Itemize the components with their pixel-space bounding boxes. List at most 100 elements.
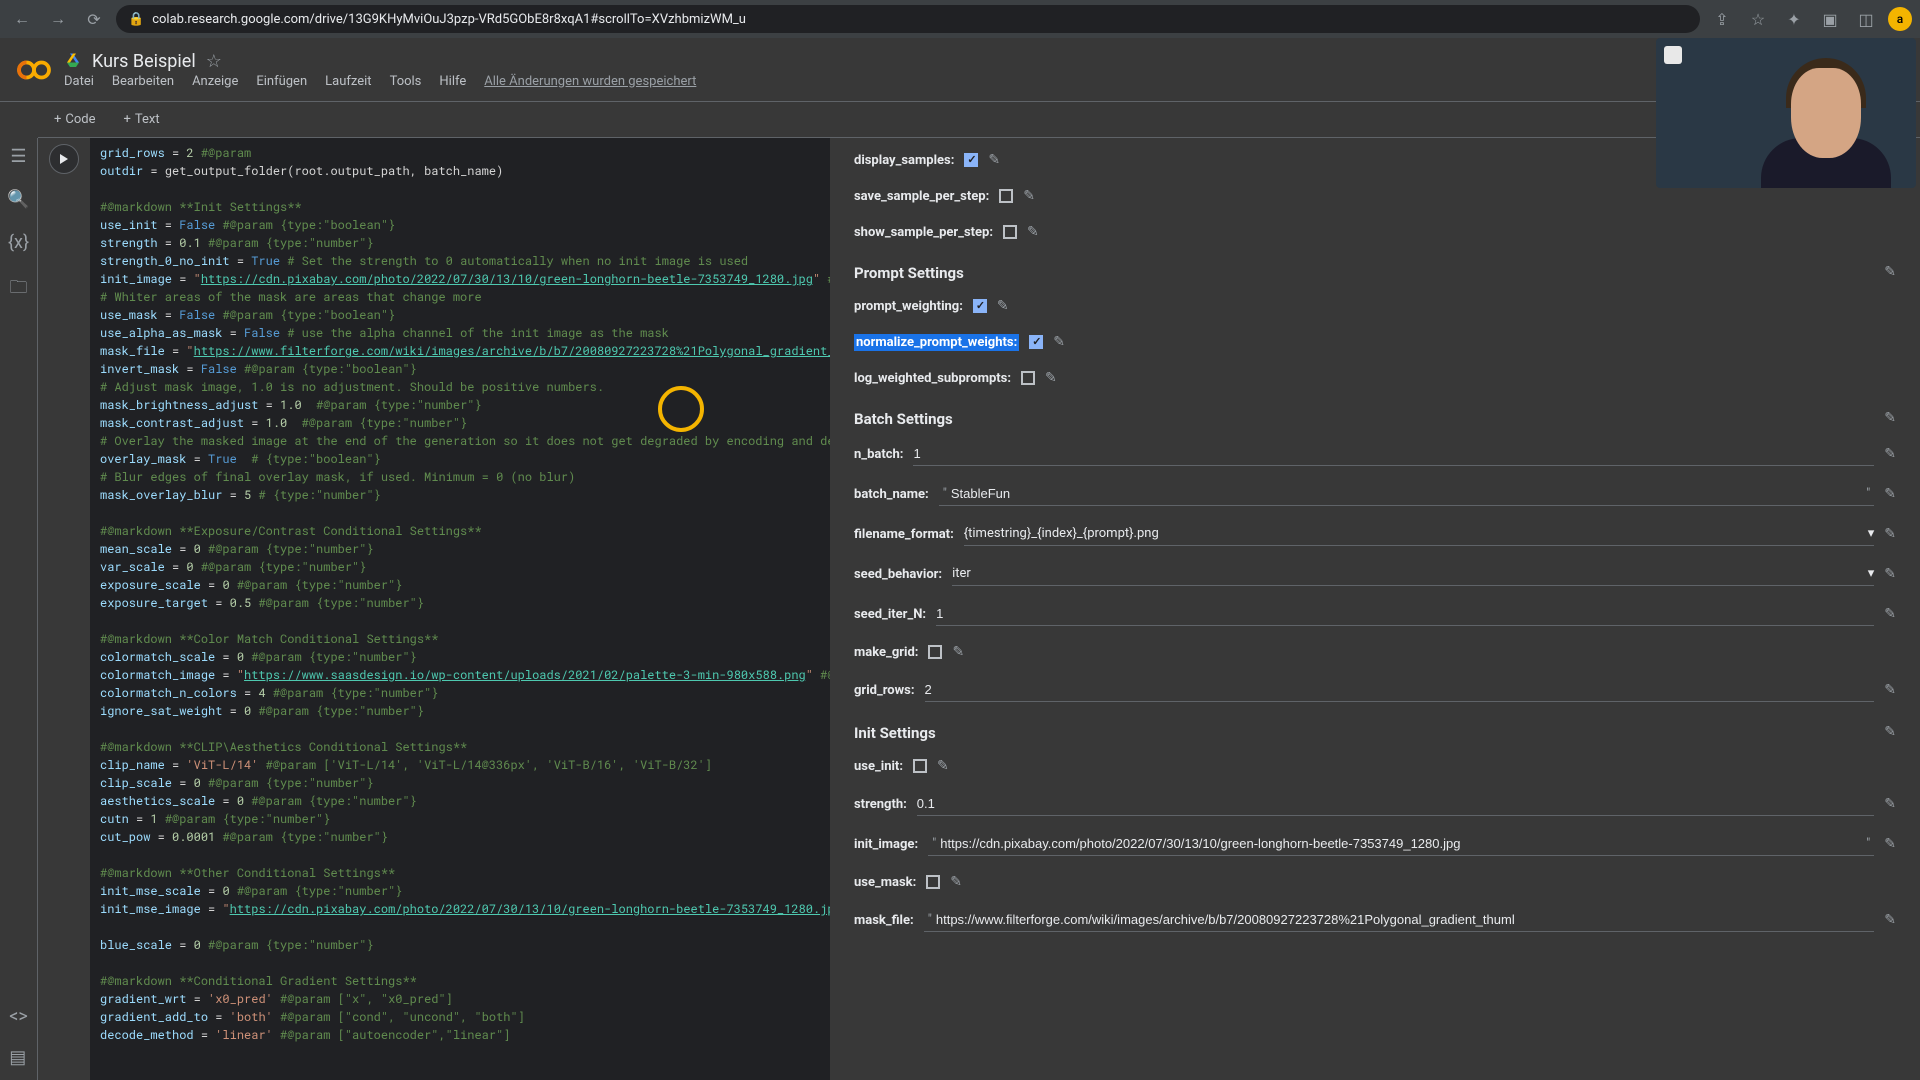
run-cell-button[interactable]: [49, 144, 79, 174]
pencil-icon[interactable]: ✎: [1053, 334, 1065, 350]
files-icon[interactable]: 🗀: [10, 275, 28, 305]
cast-icon[interactable]: ▣: [1816, 5, 1844, 33]
use-mask-label: use_mask:: [854, 875, 916, 890]
bookmark-icon[interactable]: ☆: [1744, 5, 1772, 33]
menu-runtime[interactable]: Laufzeit: [325, 74, 371, 89]
menu-view[interactable]: Anzeige: [192, 74, 238, 89]
log-weighted-subprompts-label: log_weighted_subprompts:: [854, 371, 1011, 386]
show-sample-per-step-label: show_sample_per_step:: [854, 225, 993, 240]
terminal-icon[interactable]: ▤: [9, 1047, 28, 1068]
left-sidebar: ☰ 🔍 {x} 🗀 <> ▤: [0, 138, 38, 1080]
code-editor[interactable]: grid_rows = 2 #@param outdir = get_outpu…: [90, 138, 830, 1080]
browser-chrome: ← → ⟳ 🔒 colab.research.google.com/drive/…: [0, 0, 1920, 38]
pencil-icon[interactable]: ✎: [1884, 724, 1896, 740]
pencil-icon[interactable]: ✎: [1884, 682, 1896, 698]
pencil-icon[interactable]: ✎: [1027, 224, 1039, 240]
seed-behavior-select[interactable]: iter▾: [952, 562, 1874, 586]
share-icon[interactable]: ⇪: [1708, 5, 1736, 33]
display-samples-label: display_samples:: [854, 153, 954, 168]
seed-iter-n-label: seed_iter_N:: [854, 607, 926, 622]
prompt-settings-header: Prompt Settings: [854, 264, 1896, 282]
seed-iter-n-input[interactable]: [936, 602, 1874, 626]
use-mask-checkbox[interactable]: [926, 875, 940, 889]
make-grid-checkbox[interactable]: [928, 645, 942, 659]
forward-button[interactable]: →: [44, 5, 72, 33]
n-batch-input[interactable]: [913, 442, 1874, 466]
cell-gutter: [38, 138, 90, 1080]
mask-file-input[interactable]: [936, 908, 1874, 931]
save-sample-per-step-label: save_sample_per_step:: [854, 189, 989, 204]
menu-insert[interactable]: Einfügen: [256, 74, 307, 89]
normalize-prompt-weights-checkbox[interactable]: [1029, 335, 1043, 349]
pencil-icon[interactable]: ✎: [1884, 796, 1896, 812]
pencil-icon[interactable]: ✎: [1884, 264, 1896, 280]
url-bar[interactable]: 🔒 colab.research.google.com/drive/13G9KH…: [116, 5, 1700, 33]
pencil-icon[interactable]: ✎: [952, 644, 964, 660]
show-sample-per-step-checkbox[interactable]: [1003, 225, 1017, 239]
code-snippets-icon[interactable]: <>: [9, 1006, 28, 1027]
star-icon[interactable]: ☆: [206, 51, 222, 72]
strength-label: strength:: [854, 797, 907, 812]
profile-avatar[interactable]: a: [1888, 7, 1912, 31]
search-icon[interactable]: 🔍: [7, 189, 29, 210]
menu-file[interactable]: Datei: [64, 74, 94, 89]
menu-edit[interactable]: Bearbeiten: [112, 74, 174, 89]
pencil-icon[interactable]: ✎: [1884, 486, 1896, 502]
mic-indicator-icon: [1664, 46, 1682, 64]
grid-rows-label: grid_rows:: [854, 683, 915, 698]
colab-logo-icon[interactable]: [16, 52, 52, 88]
save-status[interactable]: Alle Änderungen wurden gespeichert: [484, 74, 696, 89]
pencil-icon[interactable]: ✎: [1023, 188, 1035, 204]
init-image-input[interactable]: [940, 832, 1862, 855]
panel-icon[interactable]: ◫: [1852, 5, 1880, 33]
use-init-label: use_init:: [854, 759, 903, 774]
log-weighted-subprompts-checkbox[interactable]: [1021, 371, 1035, 385]
batch-name-input[interactable]: [951, 482, 1862, 505]
use-init-checkbox[interactable]: [913, 759, 927, 773]
menu-tools[interactable]: Tools: [390, 74, 422, 89]
mask-file-label: mask_file:: [854, 913, 914, 928]
menu-help[interactable]: Hilfe: [439, 74, 466, 89]
browser-actions: ⇪ ☆ ✦ ▣ ◫ a: [1708, 5, 1912, 33]
back-button[interactable]: ←: [8, 5, 36, 33]
save-sample-per-step-checkbox[interactable]: [999, 189, 1013, 203]
seed-behavior-label: seed_behavior:: [854, 567, 942, 582]
pencil-icon[interactable]: ✎: [1884, 912, 1896, 928]
lock-icon: 🔒: [128, 12, 144, 27]
batch-name-label: batch_name:: [854, 487, 929, 502]
init-image-label: init_image:: [854, 837, 918, 852]
pencil-icon[interactable]: ✎: [1045, 370, 1057, 386]
pencil-icon[interactable]: ✎: [988, 152, 1000, 168]
make-grid-label: make_grid:: [854, 645, 918, 660]
filename-format-label: filename_format:: [854, 527, 954, 542]
document-title[interactable]: Kurs Beispiel: [92, 51, 196, 72]
pencil-icon[interactable]: ✎: [937, 758, 949, 774]
prompt-weighting-checkbox[interactable]: [973, 299, 987, 313]
batch-settings-header: Batch Settings: [854, 410, 1896, 428]
pencil-icon[interactable]: ✎: [1884, 836, 1896, 852]
pencil-icon[interactable]: ✎: [1884, 446, 1896, 462]
reload-button[interactable]: ⟳: [80, 5, 108, 33]
webcam-overlay: [1656, 38, 1916, 188]
add-text-button[interactable]: + Text: [116, 108, 168, 131]
add-code-button[interactable]: + Code: [46, 108, 104, 131]
pencil-icon[interactable]: ✎: [950, 874, 962, 890]
normalize-prompt-weights-label: normalize_prompt_weights:: [854, 334, 1019, 351]
display-samples-checkbox[interactable]: [964, 153, 978, 167]
variables-icon[interactable]: {x}: [8, 232, 29, 253]
form-panel: display_samples: ✎ ✎ save_sample_per_ste…: [830, 138, 1920, 1080]
pencil-icon[interactable]: ✎: [1884, 606, 1896, 622]
prompt-weighting-label: prompt_weighting:: [854, 299, 963, 314]
filename-format-select[interactable]: {timestring}_{index}_{prompt}.png▾: [964, 522, 1875, 546]
pencil-icon[interactable]: ✎: [997, 298, 1009, 314]
pencil-icon[interactable]: ✎: [1884, 526, 1896, 542]
pencil-icon[interactable]: ✎: [1884, 410, 1896, 426]
extensions-icon[interactable]: ✦: [1780, 5, 1808, 33]
n-batch-label: n_batch:: [854, 447, 903, 462]
grid-rows-input[interactable]: [925, 678, 1875, 702]
toolbar: + Code + Text ⌃: [38, 102, 1920, 138]
toc-icon[interactable]: ☰: [10, 146, 26, 167]
strength-input[interactable]: [917, 792, 1874, 816]
pencil-icon[interactable]: ✎: [1884, 566, 1896, 582]
colab-header: Kurs Beispiel ☆ Datei Bearbeiten Anzeige…: [0, 38, 1920, 102]
